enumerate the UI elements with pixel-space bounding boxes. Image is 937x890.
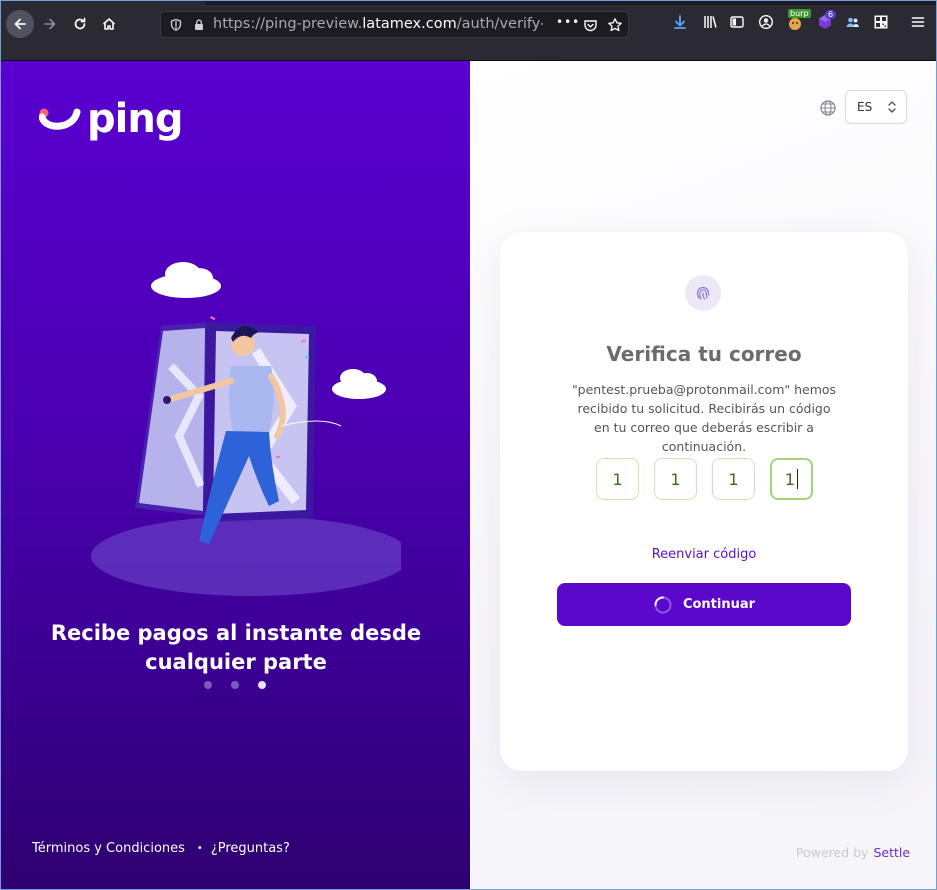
url-path: /auth/verify-passwo	[456, 16, 543, 32]
menu-icon[interactable]	[908, 12, 928, 32]
text-caret	[797, 469, 799, 489]
account-icon[interactable]	[756, 12, 776, 32]
cloud-left	[151, 262, 221, 298]
fingerprint-badge	[685, 275, 721, 311]
extension-people-icon[interactable]	[843, 12, 863, 32]
footer-separator: •	[196, 843, 203, 854]
burp-extension-icon[interactable]: burp	[785, 9, 811, 32]
powered-by-text: Powered by	[796, 845, 869, 860]
browser-toolbar: https://ping-preview.latamex.com/auth/ve…	[0, 0, 937, 61]
verify-card: Verifica tu correo "pentest.prueba@proto…	[500, 232, 908, 771]
logo-text: ping	[87, 96, 183, 142]
shield-icon[interactable]	[168, 17, 184, 33]
hero-title: Recibe pagos al instante desde cualquier…	[50, 621, 422, 674]
otp-digit-4-value: 1	[784, 469, 796, 489]
smile-logo-icon	[39, 108, 81, 130]
reload-button[interactable]	[66, 10, 94, 38]
questions-link[interactable]: ¿Preguntas?	[211, 841, 290, 856]
pocket-icon[interactable]	[582, 17, 598, 33]
burp-badge: burp	[788, 9, 811, 18]
back-arrow-icon	[14, 18, 26, 30]
forward-button[interactable]	[36, 10, 64, 38]
home-button[interactable]	[95, 10, 123, 38]
back-button[interactable]	[6, 10, 34, 38]
carousel-dot-2[interactable]	[231, 681, 239, 689]
fingerprint-icon	[696, 286, 710, 300]
extension-count-badge: 6	[825, 10, 837, 19]
extension-cube-icon[interactable]: 6	[815, 10, 837, 32]
resend-code-link[interactable]: Reenviar código	[500, 547, 908, 562]
download-icon[interactable]	[670, 12, 690, 32]
footer-links: Términos y Condiciones • ¿Preguntas?	[32, 841, 290, 856]
tab-strip	[205, 0, 937, 5]
card-title: Verifica tu correo	[606, 342, 802, 366]
language-value: ES	[857, 100, 873, 114]
url-prefix: https://ping-preview.	[213, 16, 363, 32]
forward-arrow-icon	[44, 18, 56, 30]
continue-label: Continuar	[682, 597, 756, 612]
bookmark-star-icon[interactable]	[607, 17, 623, 33]
spinner-icon	[654, 596, 672, 613]
lock-icon[interactable]	[191, 17, 207, 33]
page-actions-button[interactable]: •••	[556, 15, 580, 29]
language-select[interactable]: ES	[845, 90, 907, 124]
home-icon	[102, 18, 116, 30]
url-bar[interactable]: https://ping-preview.latamex.com/auth/ve…	[160, 11, 629, 38]
library-icon[interactable]	[700, 12, 720, 32]
hero-illustration	[91, 262, 401, 596]
terms-link[interactable]: Términos y Condiciones	[32, 841, 185, 856]
otp-digit-4[interactable]: 1	[770, 458, 813, 500]
qr-code-icon[interactable]	[871, 12, 891, 32]
card-description: "pentest.prueba@protonmail.com" hemos re…	[571, 382, 837, 454]
reload-icon	[74, 17, 86, 30]
sidebar-icon[interactable]	[727, 12, 747, 32]
otp-digit-3[interactable]: 1	[712, 458, 755, 500]
url-text: https://ping-preview.latamex.com/auth/ve…	[213, 16, 543, 32]
left-panel: ping Recibe pagos al instante desde cual…	[1, 61, 470, 889]
cloud-right	[332, 369, 386, 399]
otp-digit-2[interactable]: 1	[654, 458, 697, 500]
globe-icon	[820, 100, 836, 116]
carousel-dots	[204, 681, 266, 689]
ping-logo[interactable]: ping	[39, 96, 183, 142]
continue-button[interactable]: Continuar	[557, 583, 851, 626]
otp-digit-1[interactable]: 1	[596, 458, 639, 500]
settle-link[interactable]: Settle	[873, 845, 910, 860]
powered-by: Powered by Settle	[796, 845, 910, 860]
carousel-dot-3[interactable]	[258, 681, 266, 689]
page: ping Recibe pagos al instante desde cual…	[1, 61, 936, 889]
otp-inputs: 1 1 1 1	[596, 458, 813, 500]
carousel-dot-1[interactable]	[204, 681, 212, 689]
url-host: latamex.com	[362, 16, 457, 32]
right-panel: ES Verifica tu correo "pentest.prueba@pr…	[470, 61, 936, 889]
chevron-updown-icon	[888, 101, 896, 113]
